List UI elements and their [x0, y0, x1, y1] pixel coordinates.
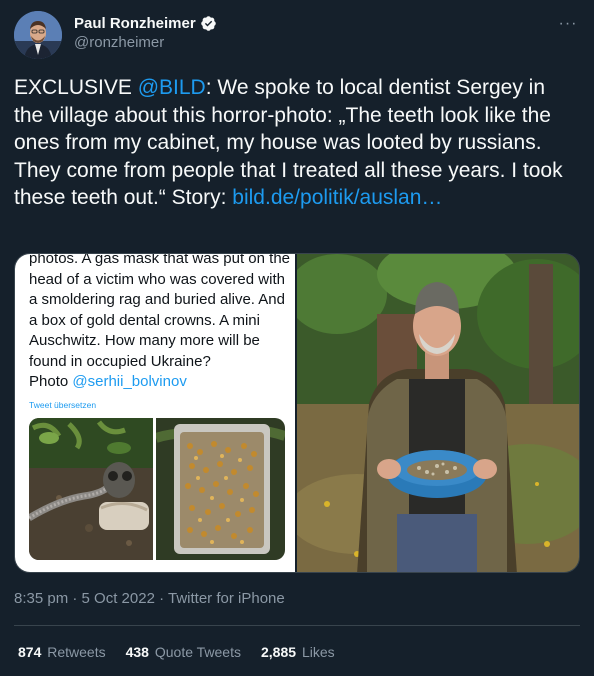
likes-count: 2,885 [261, 644, 297, 660]
author-handle[interactable]: @ronzheimer [74, 34, 217, 51]
tweet-source-link[interactable]: Twitter for iPhone [168, 590, 285, 607]
embedded-photo-mention: @serhii_bolvinov [72, 373, 187, 390]
more-options-button[interactable]: ··· [556, 15, 580, 35]
media-photo-dentist[interactable] [297, 254, 579, 572]
author-info: Paul Ronzheimer @ronzheimer [74, 15, 217, 51]
avatar[interactable] [14, 11, 62, 59]
embedded-tweet-text: photos. A gas mask that was put on the h… [29, 254, 291, 393]
meta-separator: · [68, 590, 82, 607]
author-name[interactable]: Paul Ronzheimer [74, 15, 196, 32]
embedded-photos [29, 418, 285, 560]
dentist-photo [297, 254, 579, 572]
tweet-prefix: EXCLUSIVE [14, 76, 138, 99]
quote-tweets-label: Quote Tweets [154, 644, 241, 660]
media-screenshot-tweet[interactable]: photos. A gas mask that was put on the h… [15, 254, 295, 572]
tweet-meta: 8:35 pm · 5 Oct 2022 · Twitter for iPhon… [14, 590, 285, 607]
likes-label: Likes [301, 644, 335, 660]
avatar-image [14, 11, 62, 59]
embedded-photo-prefix: Photo [29, 373, 73, 390]
tweet-header: Paul Ronzheimer @ronzheimer ··· [14, 11, 580, 59]
tweet-media[interactable]: photos. A gas mask that was put on the h… [14, 253, 580, 573]
meta-separator: · [154, 590, 168, 607]
embedded-tweet-body: photos. A gas mask that was put on the h… [29, 254, 290, 370]
gas-mask-photo [29, 418, 153, 560]
mention-link[interactable]: @BILD [138, 76, 206, 99]
divider [14, 625, 580, 626]
tweet-stats: 874 Retweets 438 Quote Tweets 2,885 Like… [18, 644, 335, 660]
tweet-text: EXCLUSIVE @BILD: We spoke to local denti… [14, 74, 580, 212]
retweets-stat[interactable]: 874 Retweets [18, 644, 106, 660]
embedded-translate-link: Tweet übersetzen [29, 400, 97, 410]
retweets-label: Retweets [47, 644, 106, 660]
verified-badge-icon [200, 16, 216, 31]
retweets-count: 874 [18, 644, 42, 660]
quote-tweets-count: 438 [125, 644, 149, 660]
story-link[interactable]: bild.de/politik/auslan… [232, 186, 442, 209]
tweet-date-link[interactable]: 5 Oct 2022 [82, 590, 155, 607]
likes-stat[interactable]: 2,885 Likes [261, 644, 335, 660]
tweet-time-link[interactable]: 8:35 pm [14, 590, 68, 607]
quote-tweets-stat[interactable]: 438 Quote Tweets [126, 644, 241, 660]
dental-crowns-box-photo [156, 418, 285, 560]
